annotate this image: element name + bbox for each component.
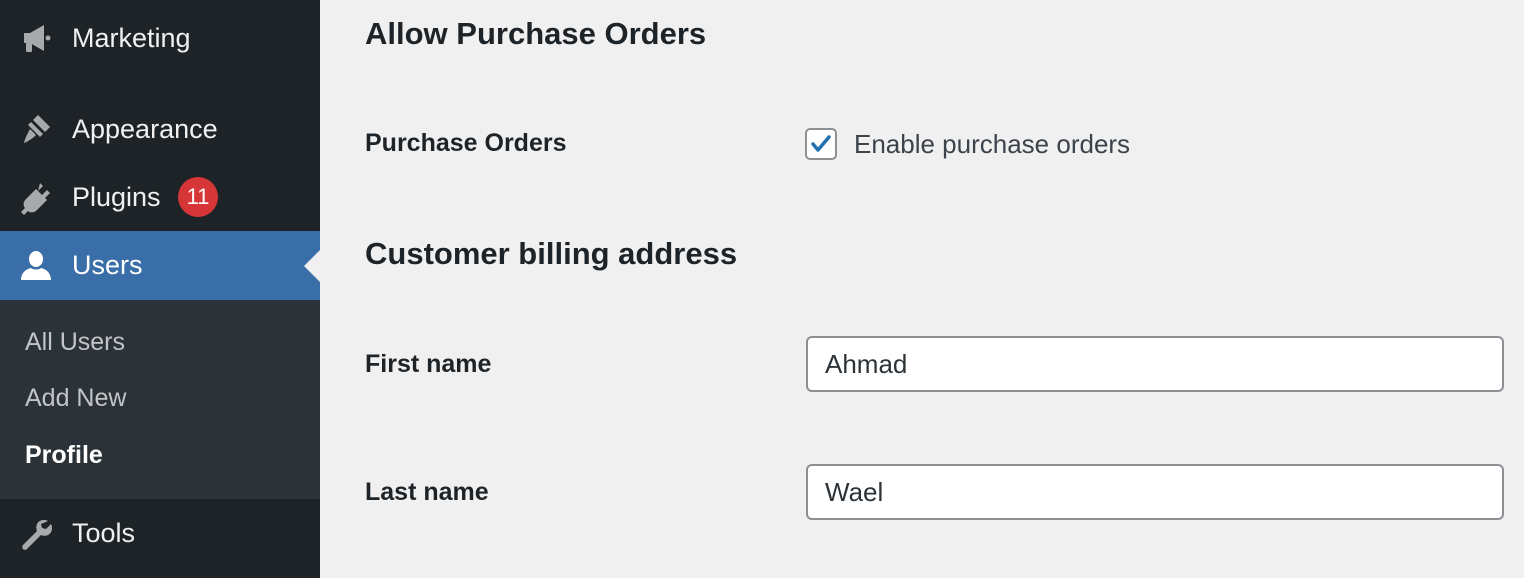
user-icon [17, 247, 55, 285]
purchase-orders-section-title: Allow Purchase Orders [365, 16, 707, 51]
last-name-label: Last name [365, 478, 489, 506]
active-menu-arrow [304, 249, 320, 282]
enable-purchase-orders-checkbox[interactable] [805, 128, 837, 160]
billing-last-name-input[interactable] [806, 464, 1504, 520]
enable-purchase-orders-row[interactable]: Enable purchase orders [805, 128, 1130, 160]
submenu-item-add-new[interactable]: Add New [25, 384, 126, 413]
checkmark-icon [811, 135, 831, 152]
enable-purchase-orders-label: Enable purchase orders [854, 128, 1131, 159]
menu-item-marketing[interactable]: Marketing [0, 4, 320, 72]
submenu-item-all-users[interactable]: All Users [25, 328, 125, 357]
wp-admin-app: Marketing Appearance Plugins 11 Users Al… [0, 0, 1524, 578]
menu-label-tools: Tools [72, 517, 136, 548]
admin-sidebar: Marketing Appearance Plugins 11 Users Al… [0, 0, 320, 578]
submenu-item-profile[interactable]: Profile [25, 441, 103, 470]
users-submenu: All Users Add New Profile [0, 300, 320, 499]
megaphone-icon [17, 19, 55, 57]
menu-item-users[interactable]: Users [0, 231, 320, 300]
plug-icon [17, 178, 55, 216]
wrench-icon [17, 514, 55, 552]
profile-content: Allow Purchase Orders Purchase Orders En… [320, 0, 1524, 578]
paintbrush-icon [17, 110, 55, 148]
menu-item-plugins[interactable]: Plugins 11 [0, 163, 320, 231]
first-name-label: First name [365, 350, 492, 378]
menu-item-appearance[interactable]: Appearance [0, 95, 320, 163]
menu-label-appearance: Appearance [72, 113, 218, 144]
menu-label-marketing: Marketing [72, 22, 191, 53]
menu-label-users: Users [72, 250, 143, 280]
billing-first-name-input[interactable] [806, 336, 1504, 392]
menu-item-tools[interactable]: Tools [0, 499, 320, 567]
menu-label-plugins: Plugins [72, 181, 161, 212]
billing-address-section-title: Customer billing address [365, 236, 738, 271]
purchase-orders-field-label: Purchase Orders [365, 129, 567, 157]
plugins-update-count-badge: 11 [178, 177, 218, 217]
